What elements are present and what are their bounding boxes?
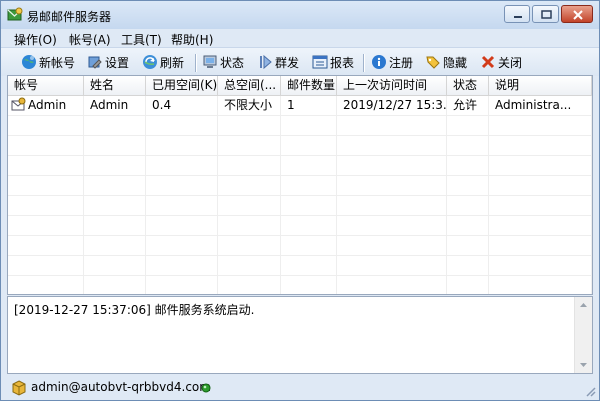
status-button[interactable]: 状态 [202,53,244,71]
table-row [8,156,592,176]
cell-last-access: 2019/12/27 15:3... [343,98,447,112]
settings-icon [88,56,102,69]
close-app-label: 关闭 [498,55,523,70]
status-account: admin@autobvt-qrbbvd4.com [31,380,211,394]
hide-button[interactable]: 隐藏 [425,53,467,71]
close-icon [573,10,583,20]
table-row [8,216,592,236]
minimize-button[interactable] [504,5,530,23]
column-header-last-access[interactable]: 上一次访问时间 [337,76,447,95]
table-row [8,196,592,216]
cell-total-space: 不限大小 [224,98,273,112]
refresh-icon [143,55,157,69]
menu-bar: 操作(O) 帐号(A) 工具(T) 帮助(H) [1,29,599,47]
refresh-button[interactable]: 刷新 [142,53,184,71]
table-row [8,236,592,256]
log-panel[interactable]: [2019-12-27 15:37:06] 邮件服务系统启动. [7,296,593,374]
close-x-icon [481,55,495,69]
menu-help[interactable]: 帮助(H) [171,31,213,48]
log-line: [2019-12-27 15:37:06] 邮件服务系统启动. [14,303,255,317]
table-row [8,176,592,196]
table-row [8,136,592,156]
close-window-button[interactable] [561,5,593,23]
resize-grip-icon[interactable] [583,384,597,398]
menu-tools[interactable]: 工具(T) [121,31,162,48]
column-header-status[interactable]: 状态 [447,76,489,95]
log-scrollbar[interactable] [574,297,592,373]
menu-operation[interactable]: 操作(O) [14,31,57,48]
cell-used-space: 0.4 [152,98,172,112]
report-button[interactable]: 报表 [312,53,354,71]
settings-button[interactable]: 设置 [87,53,129,71]
info-icon [372,55,386,69]
table-row [8,256,592,276]
accounts-table[interactable]: 帐号 姓名 已用空间(K) 总空间(... 邮件数量 上一次访问时间 状态 说明… [7,75,593,295]
globe-icon [22,55,36,69]
column-header-total-space[interactable]: 总空间(... [218,76,281,95]
report-label: 报表 [330,55,355,70]
maximize-button[interactable] [532,5,559,23]
cell-description: Administra... [495,98,572,112]
menu-account[interactable]: 帐号(A) [69,31,111,48]
tag-icon [426,56,440,69]
minimize-icon [514,16,522,18]
status-led-icon [201,382,211,393]
column-header-used-space[interactable]: 已用空间(K) [146,76,218,95]
table-row [8,116,592,136]
register-label: 注册 [389,55,414,70]
column-header-account[interactable]: 帐号 [8,76,84,95]
cell-status: 允许 [453,98,478,112]
monitor-icon [203,55,217,68]
toolbar-separator [363,54,365,72]
cell-account: Admin [28,98,67,112]
table-row[interactable]: Admin Admin 0.4 不限大小 1 2019/12/27 15:3..… [8,96,592,116]
new-account-label: 新帐号 [39,55,76,70]
report-icon [312,55,328,69]
status-bar: admin@autobvt-qrbbvd4.com [1,376,599,400]
hide-label: 隐藏 [443,55,468,70]
status-label: 状态 [220,55,245,70]
title-bar[interactable]: 易邮邮件服务器 [1,1,599,29]
settings-label: 设置 [105,55,130,70]
restore-icon [541,10,552,19]
cell-name: Admin [90,98,129,112]
close-app-button[interactable]: 关闭 [480,53,522,71]
main-window: 易邮邮件服务器 操作(O) 帐号(A) 工具(T) 帮助(H) 新帐号 设置 刷… [0,0,600,401]
refresh-label: 刷新 [160,55,185,70]
column-header-description[interactable]: 说明 [489,76,592,95]
user-icon [11,380,27,396]
register-button[interactable]: 注册 [371,53,413,71]
play-icon [260,54,272,70]
column-header-mail-count[interactable]: 邮件数量 [281,76,337,95]
toolbar-separator [195,54,197,72]
window-title: 易邮邮件服务器 [27,10,112,24]
bulk-send-label: 群发 [275,55,300,70]
scroll-arrows-icon [580,303,587,367]
new-account-button[interactable]: 新帐号 [21,53,75,71]
table-header: 帐号 姓名 已用空间(K) 总空间(... 邮件数量 上一次访问时间 状态 说明 [8,76,592,96]
bulk-send-button[interactable]: 群发 [257,53,299,71]
cell-mail-count: 1 [287,98,295,112]
column-header-name[interactable]: 姓名 [84,76,146,95]
toolbar: 新帐号 设置 刷新 状态 群发 报表 注册 隐藏 关闭 [1,47,599,76]
app-mail-icon [7,7,23,23]
